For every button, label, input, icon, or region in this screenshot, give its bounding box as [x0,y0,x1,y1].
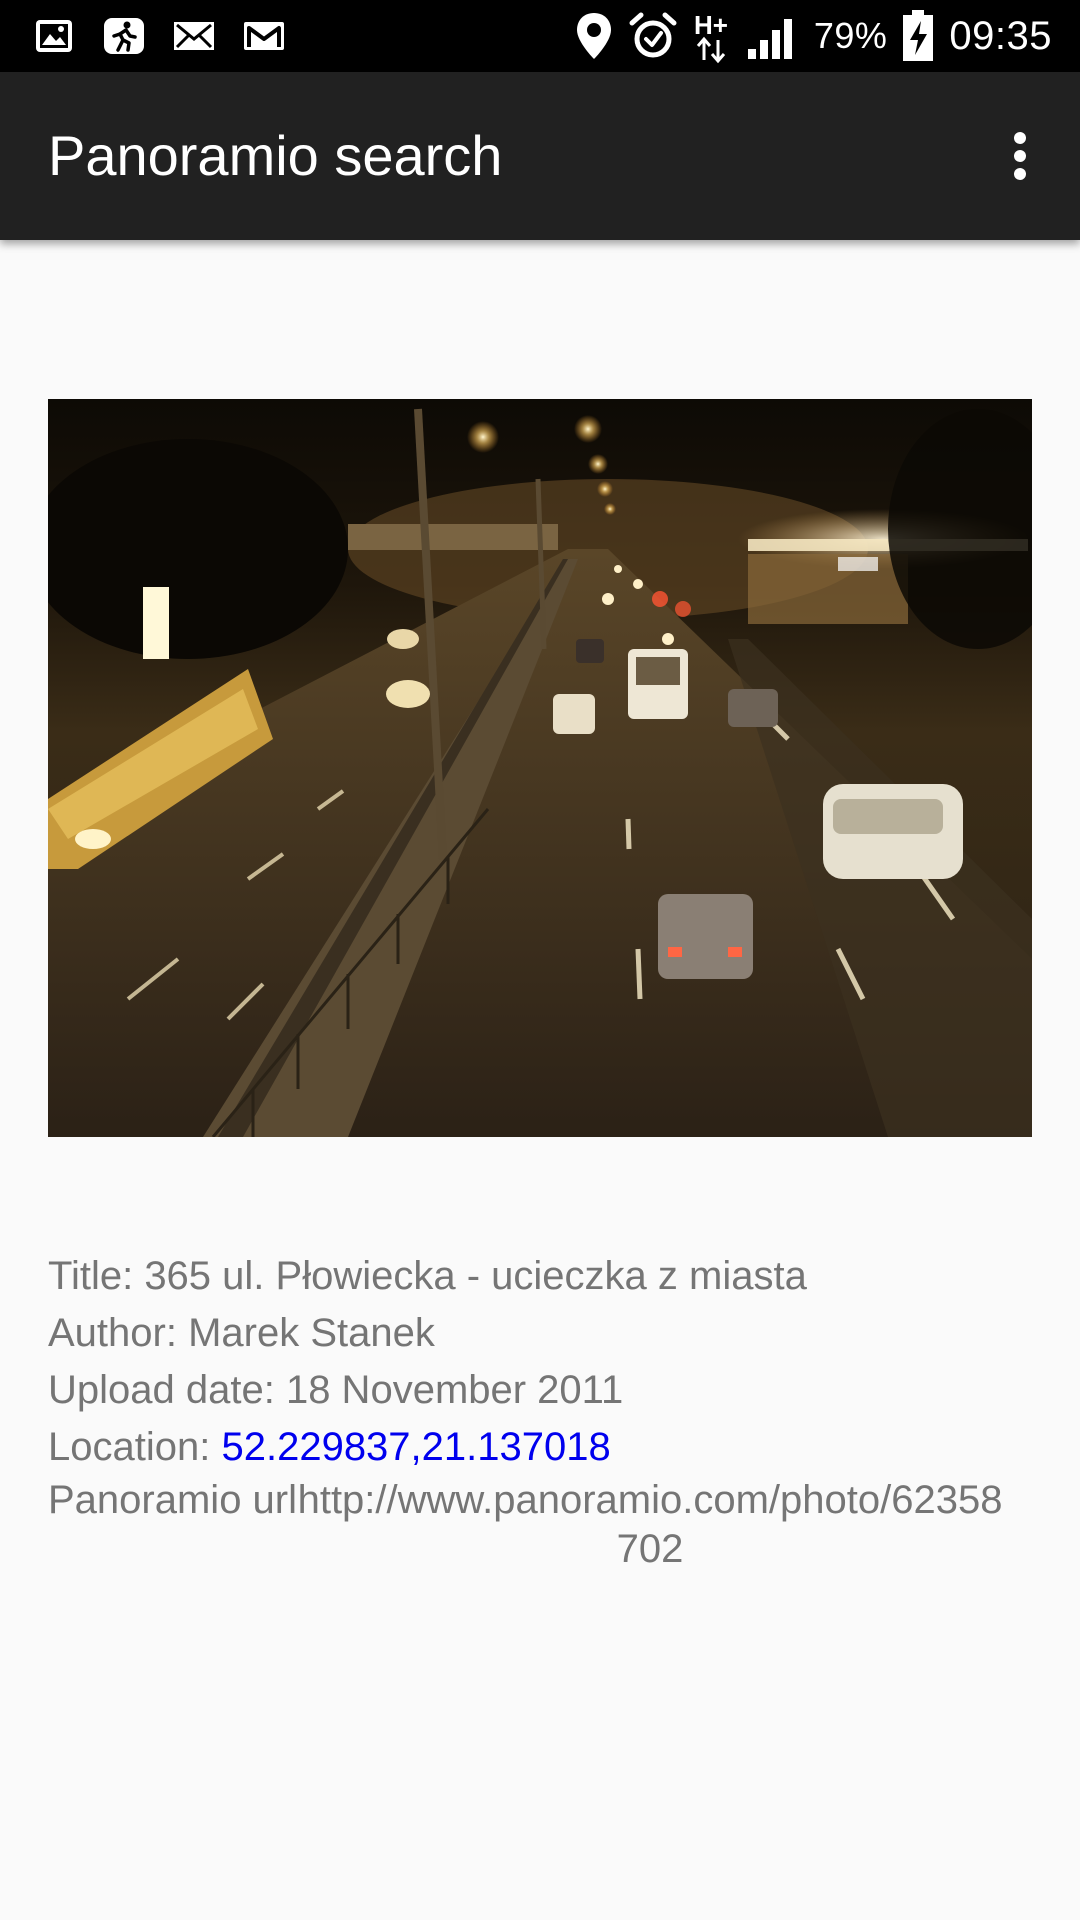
photo-details: Title: 365 ul. Płowiecka - ucieczka z mi… [48,1248,1038,1574]
app-bar: Panoramio search [0,72,1080,240]
upload-date-value: 18 November 2011 [285,1368,624,1412]
overflow-menu-icon [1014,132,1026,180]
overflow-menu-button[interactable] [984,120,1056,192]
gallery-icon [36,20,72,52]
author-label: Author: [48,1311,189,1355]
upload-date-row: Upload date: 18 November 2011 [48,1362,1038,1419]
location-link[interactable]: 52.229837,21.137018 [221,1425,610,1469]
location-pin-icon [576,13,611,59]
title-label: Title: [48,1254,145,1298]
svg-text:H+: H+ [694,10,728,40]
alarm-clock-icon [629,12,677,58]
location-row: Location: 52.229837,21.137018 [48,1419,1038,1476]
page-title: Panoramio search [48,124,503,187]
url-label: Panoramio url [48,1478,298,1522]
signal-icon [747,19,792,59]
photo-image [48,399,1032,1137]
running-person-icon [104,18,144,54]
notification-icons [30,12,288,60]
status-bar: H+ 79% 09:35 [0,0,1080,72]
url-row: Panoramio url http://www.panoramio.com/p… [48,1476,1038,1574]
battery-percent: 79% [813,15,888,56]
url-value[interactable]: http://www.panoramio.com/photo/62358702 [297,1476,1003,1574]
clock: 09:35 [949,13,1052,58]
system-status: H+ 79% 09:35 [574,0,1052,72]
title-row: Title: 365 ul. Płowiecka - ucieczka z mi… [48,1248,1038,1305]
location-label: Location: [48,1425,222,1469]
author-value: Marek Stanek [188,1311,435,1355]
battery-charging-icon [903,10,934,61]
author-row: Author: Marek Stanek [48,1305,1038,1362]
mail-icon [174,22,214,50]
gmail-icon [244,22,284,50]
title-value: 365 ul. Płowiecka - ucieczka z miasta [144,1254,807,1298]
upload-date-label: Upload date: [48,1368,286,1412]
hplus-data-icon: H+ [694,10,728,64]
